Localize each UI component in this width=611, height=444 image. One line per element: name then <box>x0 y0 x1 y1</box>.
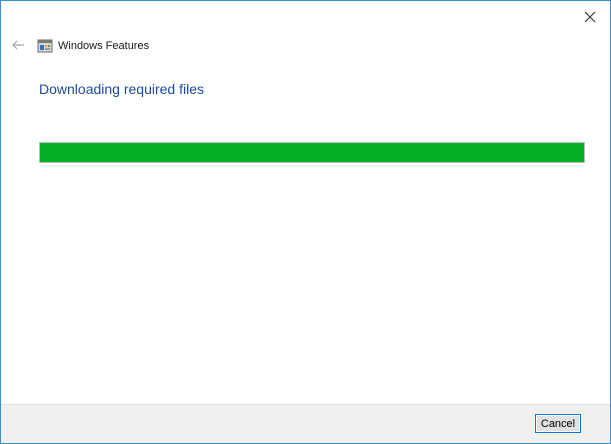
back-button[interactable] <box>9 36 27 54</box>
windows-features-icon <box>37 39 53 53</box>
title-bar: Windows Features <box>37 37 149 55</box>
window-title: Windows Features <box>58 40 150 52</box>
progress-fill <box>40 143 584 162</box>
windows-features-dialog: Windows Features Downloading required fi… <box>0 0 611 444</box>
download-progress-bar <box>39 142 585 163</box>
dialog-footer: Cancel <box>1 404 610 443</box>
cancel-button[interactable]: Cancel <box>535 414 581 433</box>
back-arrow-icon <box>12 40 24 50</box>
close-button[interactable] <box>576 5 604 29</box>
status-heading: Downloading required files <box>39 81 204 97</box>
close-icon <box>584 11 596 23</box>
